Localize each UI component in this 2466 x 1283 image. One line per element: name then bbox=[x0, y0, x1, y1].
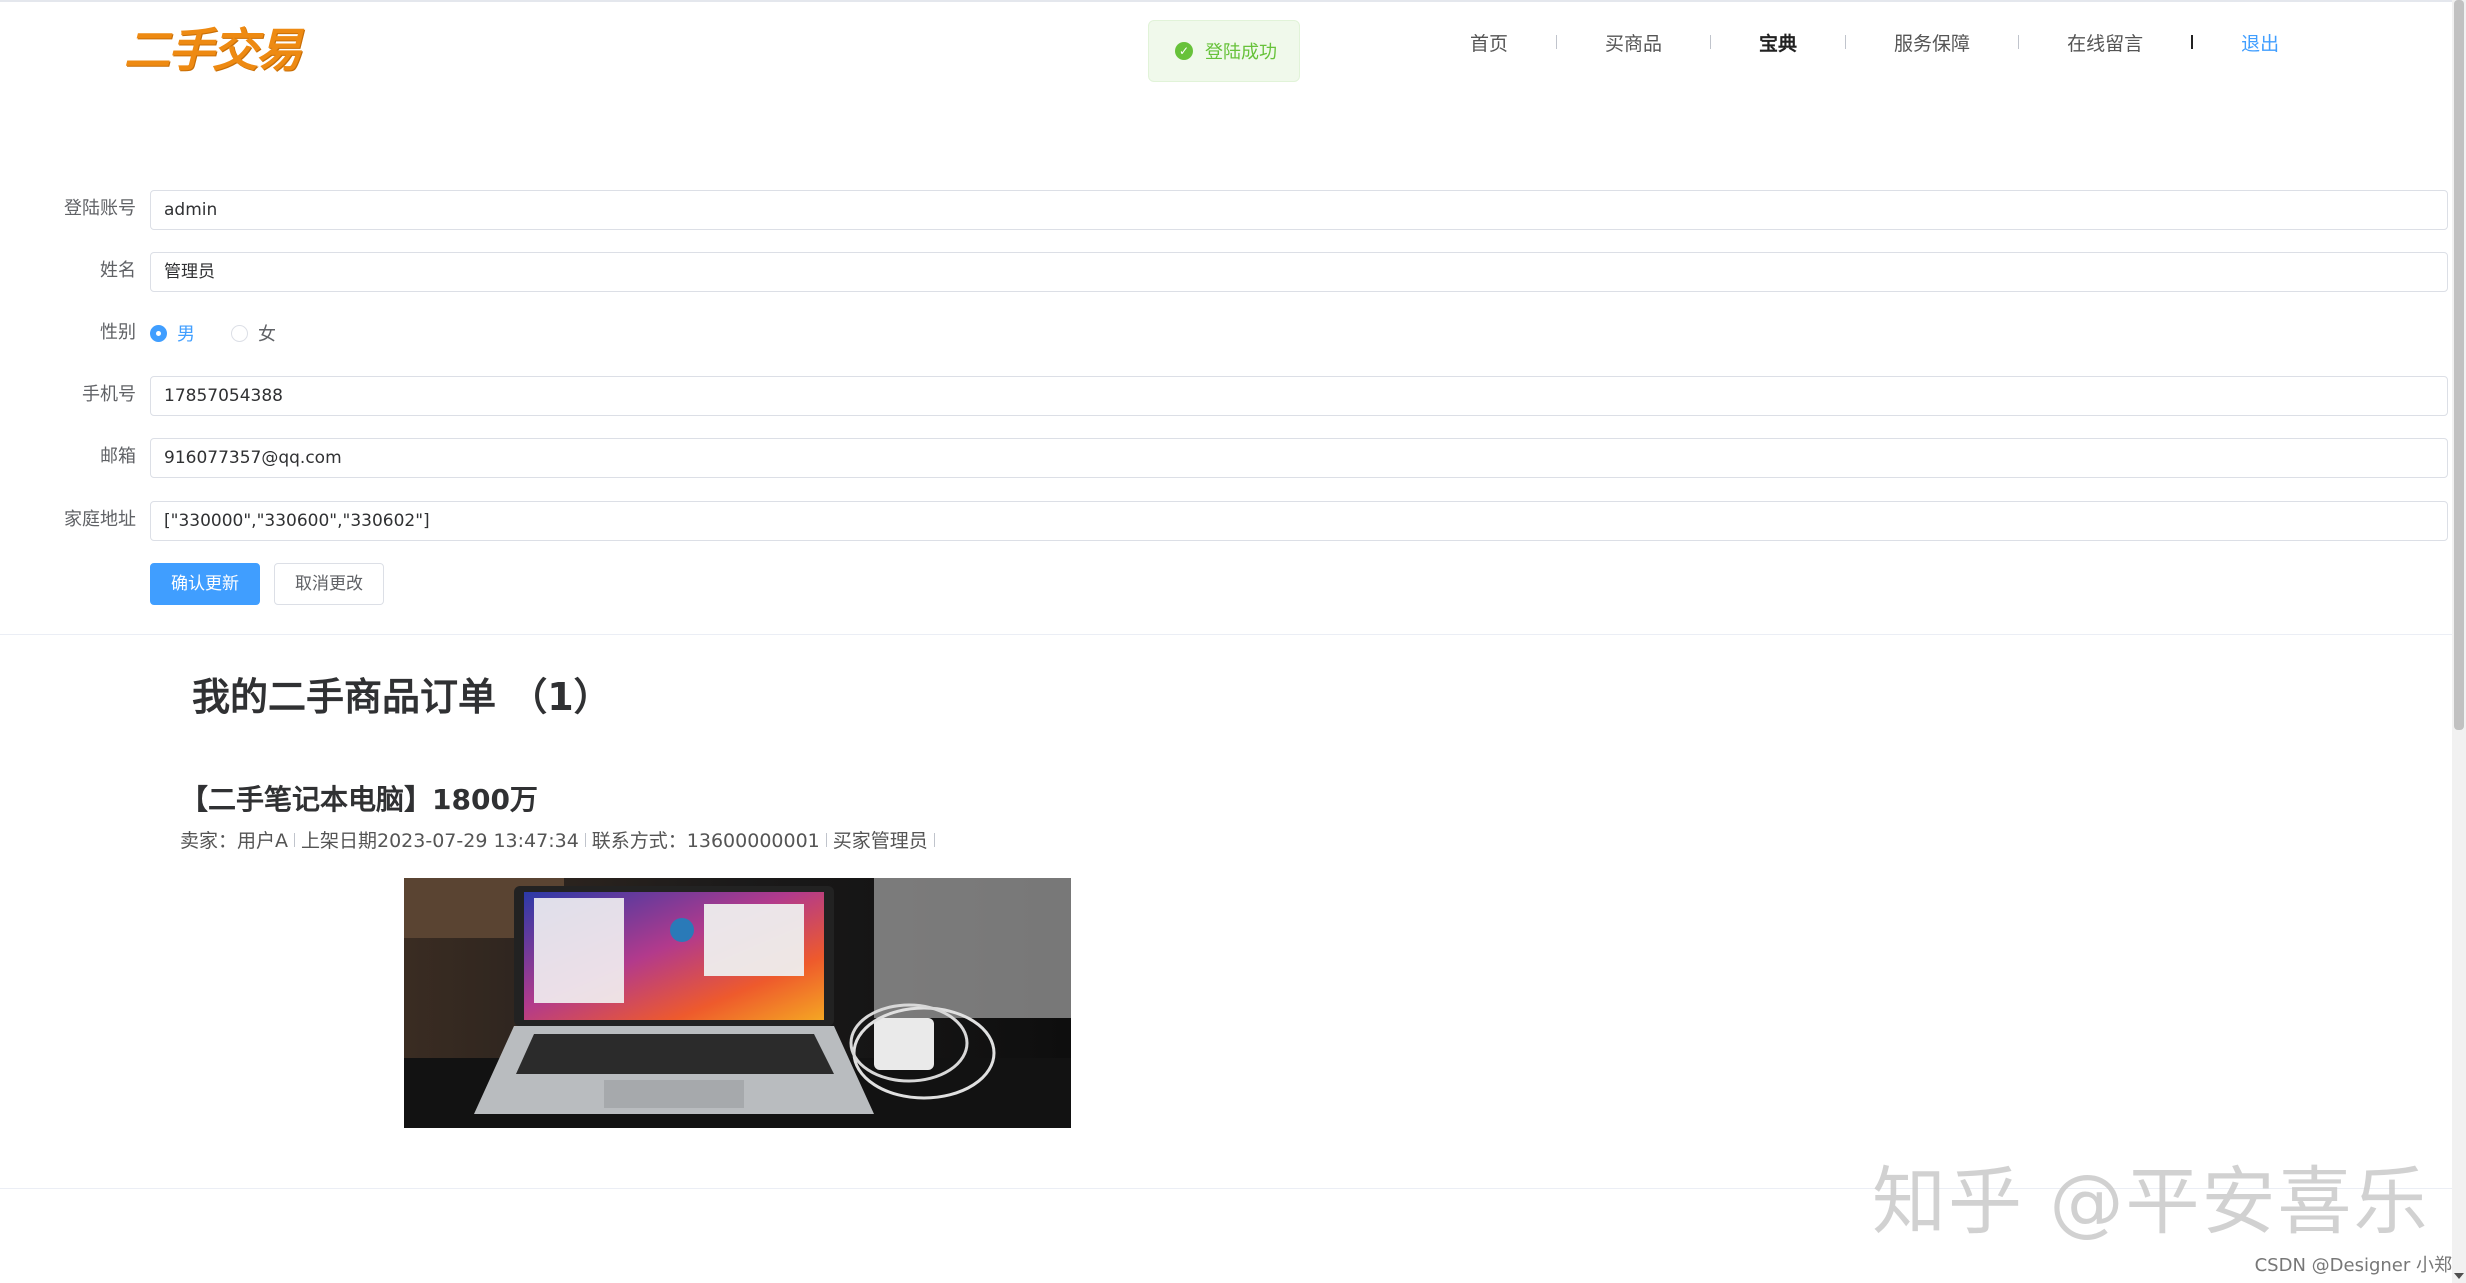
nav-home[interactable]: 首页 bbox=[1470, 29, 1508, 56]
order-item-title[interactable]: 【二手笔记本电脑】1800万 bbox=[180, 778, 538, 818]
email-input[interactable]: 916077357@qq.com bbox=[150, 438, 2448, 478]
nav-guide[interactable]: 宝典 bbox=[1759, 29, 1797, 56]
main-nav: 首页 买商品 宝典 服务保障 在线留言 退出 bbox=[1470, 28, 2279, 56]
meta-divider bbox=[584, 832, 586, 847]
login-success-toast: ✓ 登陆成功 bbox=[1148, 20, 1300, 82]
laptop-photo-icon bbox=[404, 878, 1071, 1128]
nav-buy[interactable]: 买商品 bbox=[1605, 29, 1662, 56]
gender-female-label[interactable]: 女 bbox=[258, 320, 276, 346]
address-label: 家庭地址 bbox=[64, 509, 136, 530]
check-circle-icon: ✓ bbox=[1175, 42, 1193, 60]
account-label: 登陆账号 bbox=[64, 198, 136, 219]
csdn-credit: CSDN @Designer 小郑 bbox=[2254, 1255, 2452, 1276]
radio-checked-icon[interactable] bbox=[150, 324, 167, 342]
radio-unchecked-icon[interactable] bbox=[231, 324, 248, 342]
nav-message[interactable]: 在线留言 bbox=[2067, 29, 2143, 56]
gender-label: 性别 bbox=[100, 322, 136, 343]
gender-row: 性别 男 女 bbox=[0, 312, 2452, 354]
gender-female-radio[interactable]: 女 bbox=[231, 320, 276, 346]
laptop-photo[interactable] bbox=[404, 878, 1071, 1128]
section-divider bbox=[0, 634, 2452, 635]
gender-male-radio[interactable]: 男 bbox=[150, 320, 195, 346]
order-buyer: 买家管理员 bbox=[832, 830, 928, 852]
email-row: 邮箱 916077357@qq.com bbox=[0, 436, 2452, 478]
gender-male-label[interactable]: 男 bbox=[177, 320, 195, 346]
logout-link[interactable]: 退出 bbox=[2241, 29, 2279, 56]
nav-divider bbox=[2018, 35, 2020, 49]
scrollbar-thumb[interactable] bbox=[2454, 0, 2464, 730]
account-row: 登陆账号 admin bbox=[0, 188, 2452, 230]
meta-divider bbox=[294, 832, 295, 847]
gender-radio-group: 男 女 bbox=[150, 312, 312, 354]
nav-service[interactable]: 服务保障 bbox=[1894, 29, 1970, 56]
meta-divider bbox=[825, 832, 827, 847]
email-label: 邮箱 bbox=[100, 446, 136, 467]
toast-message: 登陆成功 bbox=[1205, 42, 1277, 63]
top-border bbox=[0, 0, 2452, 2]
name-label: 姓名 bbox=[100, 260, 136, 281]
scroll-down-icon[interactable] bbox=[2454, 1273, 2464, 1279]
phone-row: 手机号 17857054388 bbox=[0, 374, 2452, 416]
order-contact: 联系方式：13600000001 bbox=[591, 830, 820, 852]
phone-label: 手机号 bbox=[82, 384, 136, 405]
order-seller: 卖家：用户A bbox=[180, 830, 288, 852]
order-item-meta: 卖家：用户A 上架日期2023-07-29 13:47:34 联系方式：1360… bbox=[180, 826, 941, 853]
nav-divider bbox=[1710, 35, 1712, 49]
zhihu-watermark: 知乎 @平安喜乐 bbox=[1872, 1159, 2430, 1245]
address-input[interactable]: ["330000","330600","330602"] bbox=[150, 501, 2448, 541]
name-row: 姓名 管理员 bbox=[0, 250, 2452, 292]
confirm-update-button[interactable]: 确认更新 bbox=[150, 563, 260, 605]
order-listed-date: 上架日期2023-07-29 13:47:34 bbox=[301, 830, 579, 852]
nav-divider bbox=[1845, 35, 1847, 49]
meta-divider bbox=[933, 832, 935, 847]
vertical-scrollbar[interactable] bbox=[2452, 0, 2466, 1283]
cancel-change-button[interactable]: 取消更改 bbox=[274, 563, 384, 605]
phone-input[interactable]: 17857054388 bbox=[150, 376, 2448, 416]
orders-title: 我的二手商品订单 （1） bbox=[192, 675, 612, 719]
site-logo[interactable]: 二手交易 bbox=[124, 14, 302, 80]
address-row: 家庭地址 ["330000","330600","330602"] bbox=[0, 499, 2452, 541]
name-input[interactable]: 管理员 bbox=[150, 252, 2448, 292]
nav-divider bbox=[2191, 35, 2194, 49]
account-input[interactable]: admin bbox=[150, 190, 2448, 230]
nav-divider bbox=[1556, 35, 1558, 49]
